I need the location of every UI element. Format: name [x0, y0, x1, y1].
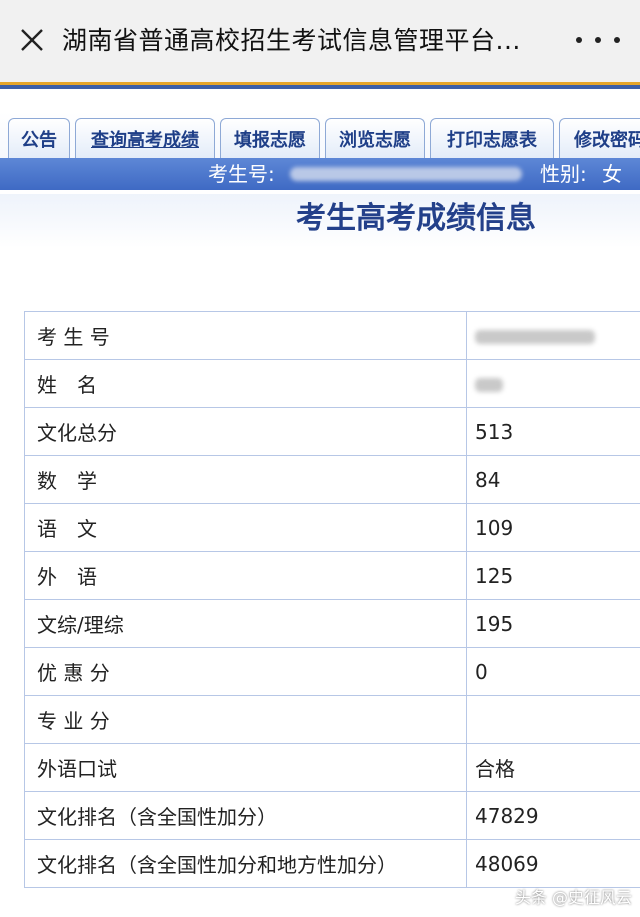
- tab-print-application[interactable]: 打印志愿表: [430, 118, 554, 158]
- table-row: 优 惠 分 0: [24, 647, 640, 696]
- table-row: 文化总分 513: [24, 407, 640, 456]
- tab-announcement[interactable]: 公告: [8, 118, 70, 158]
- table-row: 文化排名（含全国性加分） 47829: [24, 791, 640, 840]
- close-icon[interactable]: [14, 22, 50, 58]
- row-value: 48069: [466, 839, 640, 888]
- redacted-value: [475, 330, 595, 344]
- table-row: 文化排名（含全国性加分和地方性加分） 48069: [24, 839, 640, 888]
- row-value: 合格: [466, 743, 640, 792]
- row-label: 文化排名（含全国性加分）: [24, 791, 467, 840]
- gender-value: 女: [602, 162, 622, 186]
- score-table: 考 生 号 姓 名 文化总分 513 数 学 84 语 文 109 外 语 12…: [24, 311, 640, 888]
- window-title: 湖南省普通高校招生考试信息管理平台...: [62, 26, 521, 55]
- watermark-text: 头条 @史征风云: [514, 888, 632, 907]
- row-label: 文化排名（含全国性加分和地方性加分）: [24, 839, 467, 888]
- header-stripe-blue: [0, 85, 640, 89]
- student-info-bar: 考生号: 性别: 女: [0, 158, 640, 190]
- row-label: 文化总分: [24, 407, 467, 456]
- row-value: [466, 695, 640, 744]
- row-label: 考 生 号: [24, 311, 467, 360]
- row-value: 47829: [466, 791, 640, 840]
- tab-change-password[interactable]: 修改密码: [559, 118, 640, 158]
- row-label: 姓 名: [24, 359, 467, 408]
- row-label: 语 文: [24, 503, 467, 552]
- watermark: 头条 @史征风云: [515, 883, 632, 909]
- row-value: 513: [466, 407, 640, 456]
- exam-number-value: [466, 311, 640, 360]
- table-row: 姓 名: [24, 359, 640, 408]
- row-value: 195: [466, 599, 640, 648]
- row-label: 文综/理综: [24, 599, 467, 648]
- browser-top-bar: 湖南省普通高校招生考试信息管理平台...: [0, 0, 640, 82]
- row-label: 外 语: [24, 551, 467, 600]
- redacted-value: [475, 378, 503, 392]
- table-row: 考 生 号: [24, 311, 640, 360]
- table-row: 专 业 分: [24, 695, 640, 744]
- table-row: 外 语 125: [24, 551, 640, 600]
- table-row: 外语口试 合格: [24, 743, 640, 792]
- row-value: 125: [466, 551, 640, 600]
- exam-number-redacted: [290, 167, 522, 181]
- nav-tabs: 公告 查询高考成绩 填报志愿 浏览志愿 打印志愿表 修改密码: [0, 112, 640, 158]
- row-label: 外语口试: [24, 743, 467, 792]
- exam-number-label: 考生号:: [208, 162, 275, 186]
- row-value: 109: [466, 503, 640, 552]
- row-value: 0: [466, 647, 640, 696]
- table-row: 语 文 109: [24, 503, 640, 552]
- row-label: 优 惠 分: [24, 647, 467, 696]
- table-row: 数 学 84: [24, 455, 640, 504]
- row-label: 专 业 分: [24, 695, 467, 744]
- page-title: 考生高考成绩信息: [296, 201, 536, 236]
- more-options-icon[interactable]: [576, 22, 620, 58]
- tab-fill-application[interactable]: 填报志愿: [220, 118, 320, 158]
- tab-query-scores[interactable]: 查询高考成绩: [75, 118, 215, 158]
- row-value: 84: [466, 455, 640, 504]
- name-value: [466, 359, 640, 408]
- gender-label: 性别:: [540, 162, 587, 186]
- table-row: 文综/理综 195: [24, 599, 640, 648]
- row-label: 数 学: [24, 455, 467, 504]
- tab-browse-application[interactable]: 浏览志愿: [325, 118, 425, 158]
